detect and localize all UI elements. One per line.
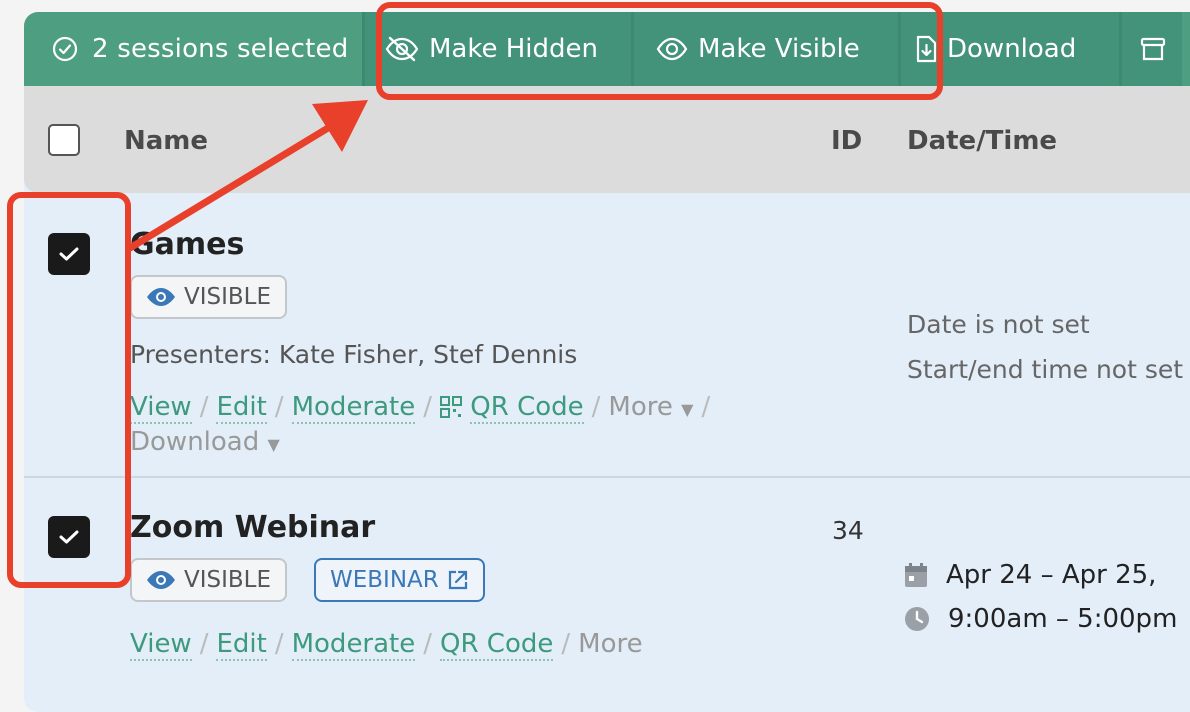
eye-slash-icon xyxy=(385,36,419,62)
check-icon xyxy=(59,247,79,261)
selection-summary: 2 sessions selected xyxy=(24,34,362,64)
eye-icon xyxy=(147,288,175,306)
file-download-icon xyxy=(916,35,937,63)
moderate-link[interactable]: Moderate xyxy=(291,629,416,661)
session-actions: View / Edit / Moderate / QR Code / More ▼ / Downl… xyxy=(130,392,711,457)
presenters-text: Presenters: Kate Fisher, Stef Dennis xyxy=(130,340,578,369)
view-link[interactable]: View xyxy=(130,392,192,424)
webinar-badge[interactable]: WEBINAR xyxy=(314,558,485,602)
edit-link[interactable]: Edit xyxy=(216,392,267,424)
qr-code-link[interactable]: QR Code xyxy=(470,392,584,424)
make-visible-button[interactable]: Make Visible xyxy=(634,12,898,86)
table-row: Zoom Webinar 34 VISIBLE WEBINAR View / Edi… xyxy=(24,478,1190,712)
make-hidden-label: Make Hidden xyxy=(429,34,599,64)
time-range-text: 9:00am – 5:00pm xyxy=(948,604,1178,634)
column-header-id[interactable]: ID xyxy=(831,126,862,156)
visibility-label: VISIBLE xyxy=(184,284,272,310)
external-link-icon xyxy=(448,570,467,590)
row-checkbox[interactable] xyxy=(48,233,90,275)
caret-down-icon: ▼ xyxy=(681,400,694,419)
calendar-icon xyxy=(905,563,927,587)
table-row: Games VISIBLE Presenters: Kate Fisher, S… xyxy=(24,193,1190,478)
webinar-label: WEBINAR xyxy=(330,567,439,593)
session-title[interactable]: Games xyxy=(130,227,244,262)
sessions-table-panel: 2 sessions selected Make Hidden Make Vis… xyxy=(24,12,1190,712)
check-icon xyxy=(59,530,79,544)
moderate-link[interactable]: Moderate xyxy=(291,392,416,424)
date-range: Apr 24 – Apr 25, xyxy=(904,560,1156,590)
bulk-action-bar: 2 sessions selected Make Hidden Make Vis… xyxy=(24,12,1190,86)
eye-icon xyxy=(656,37,688,61)
visibility-badge: VISIBLE xyxy=(130,558,288,602)
download-label: Download xyxy=(947,34,1077,64)
view-link[interactable]: View xyxy=(130,629,192,661)
visibility-label: VISIBLE xyxy=(184,567,272,593)
table-header: Name ID Date/Time xyxy=(24,86,1190,193)
download-dropdown[interactable]: Download ▼ xyxy=(130,427,280,457)
download-button[interactable]: Download xyxy=(901,12,1119,86)
eye-icon xyxy=(147,571,175,589)
archive-icon xyxy=(1140,37,1166,61)
visibility-badge: VISIBLE xyxy=(130,275,288,319)
more-dropdown[interactable]: More xyxy=(578,629,642,659)
clock-icon xyxy=(905,607,929,631)
column-header-name[interactable]: Name xyxy=(124,126,208,156)
select-all-checkbox[interactable] xyxy=(48,124,80,156)
column-header-date-time[interactable]: Date/Time xyxy=(907,126,1057,156)
time-not-set: Start/end time not set xyxy=(907,355,1184,384)
caret-down-icon: ▼ xyxy=(267,435,280,454)
session-id: 34 xyxy=(832,516,864,545)
date-range-text: Apr 24 – Apr 25, xyxy=(946,560,1157,590)
check-circle-icon xyxy=(52,36,78,62)
time-range: 9:00am – 5:00pm xyxy=(904,604,1177,634)
date-not-set: Date is not set xyxy=(907,310,1090,339)
make-hidden-button[interactable]: Make Hidden xyxy=(365,12,631,86)
more-dropdown[interactable]: More ▼ xyxy=(608,392,693,422)
session-actions: View / Edit / Moderate / QR Code / More xyxy=(130,629,643,661)
archive-button[interactable] xyxy=(1122,12,1182,86)
qr-code-link[interactable]: QR Code xyxy=(440,629,554,661)
selected-count-label: 2 sessions selected xyxy=(92,34,349,64)
make-visible-label: Make Visible xyxy=(698,34,860,64)
session-title[interactable]: Zoom Webinar xyxy=(130,510,375,545)
qr-code-icon xyxy=(440,392,463,422)
row-checkbox[interactable] xyxy=(48,516,90,558)
edit-link[interactable]: Edit xyxy=(216,629,267,661)
